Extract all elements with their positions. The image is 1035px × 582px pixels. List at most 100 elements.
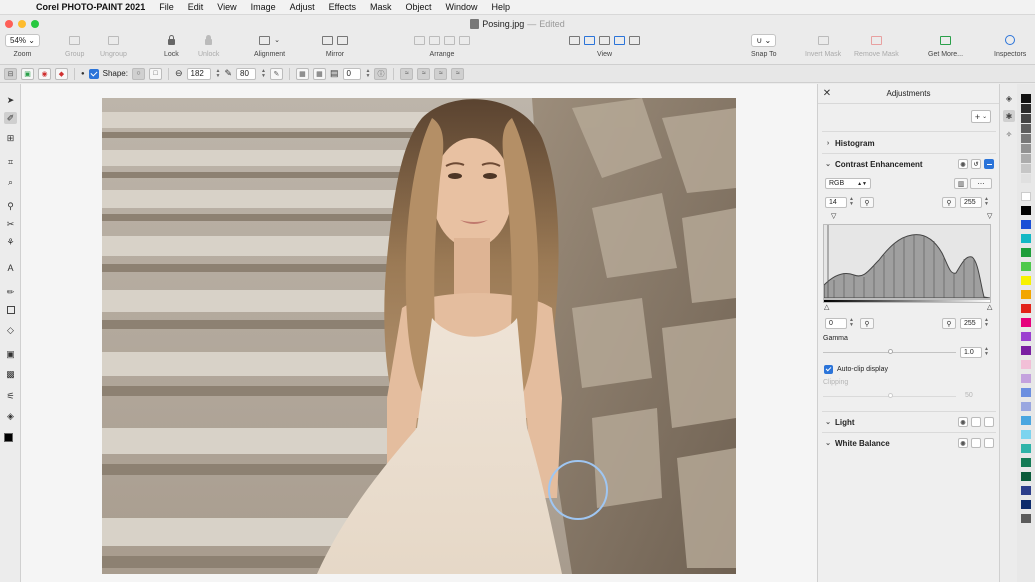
gray-eyedropper-icon[interactable]: ⚲ [860, 318, 874, 329]
group-button[interactable]: Group [65, 32, 84, 58]
menu-mask[interactable]: Mask [370, 2, 392, 12]
histogram-graph[interactable] [823, 224, 991, 299]
palette-color-swatch[interactable] [1021, 514, 1031, 523]
palette-color-swatch[interactable] [1021, 332, 1031, 341]
view-crop-icon[interactable] [629, 35, 640, 45]
palette-color-swatch[interactable] [1021, 374, 1031, 383]
palette-color-swatch[interactable] [1021, 472, 1031, 481]
brush-mode-4-button[interactable]: ◆ [55, 67, 68, 80]
canvas-area[interactable] [21, 84, 817, 582]
palette-color-swatch[interactable] [1021, 360, 1031, 369]
effects-icon[interactable]: ✧ [1003, 128, 1015, 140]
brush-mode-2-button[interactable]: ▣ [21, 67, 34, 80]
zoom-select[interactable]: 54% ⌄ [5, 33, 40, 47]
palette-gray-swatch[interactable] [1021, 144, 1031, 153]
palette-color-swatch[interactable] [1021, 458, 1031, 467]
alignment-button[interactable]: ⌄ Alignment [254, 32, 285, 58]
palette-gray-swatch[interactable] [1021, 164, 1031, 173]
view-guides-icon[interactable] [614, 35, 625, 45]
crop-tool-icon[interactable]: ⌗ [4, 156, 17, 168]
gamma-slider-thumb[interactable] [888, 349, 893, 354]
stroke-3-button[interactable]: ≈ [434, 67, 448, 80]
palette-color-swatch[interactable] [1021, 486, 1031, 495]
palette-color-swatch[interactable] [1021, 500, 1031, 509]
inspectors-button[interactable]: Inspectors [994, 32, 1026, 58]
palette-color-swatch[interactable] [1021, 276, 1031, 285]
palette-gray-swatch[interactable] [1021, 104, 1031, 113]
channel-select[interactable]: RGB ▲▼ [825, 178, 871, 189]
mirror-vertical-icon[interactable] [337, 35, 348, 45]
input-low-marker-icon[interactable]: ▽ [831, 212, 836, 220]
stroke-4-button[interactable]: ≈ [451, 67, 465, 80]
light-visibility-icon[interactable]: ◉ [958, 417, 968, 427]
text-tool-icon[interactable]: A [4, 262, 17, 274]
brush-selection-tool-icon[interactable]: ✐ [4, 112, 17, 124]
light-section[interactable]: ⌄ Light ◉ [818, 413, 1000, 431]
input-high-field[interactable]: 255 [960, 197, 982, 208]
shape-circle-button[interactable]: ○ [131, 67, 145, 80]
output-low-marker-icon[interactable]: △ [824, 303, 829, 311]
ungroup-button[interactable]: Ungroup [100, 32, 127, 58]
rotation-stepper[interactable]: ▲ ▼ [366, 68, 371, 79]
get-more-button[interactable]: Get More... [928, 32, 963, 58]
view-grid-icon[interactable] [584, 35, 595, 45]
palette-color-swatch[interactable] [1021, 220, 1031, 229]
reset-icon[interactable]: ↺ [971, 159, 981, 169]
palette-color-swatch[interactable] [1021, 444, 1031, 453]
menu-help[interactable]: Help [492, 2, 511, 12]
view-control[interactable]: View [569, 32, 640, 58]
stroke-1-button[interactable]: ≈ [400, 67, 414, 80]
palette-color-swatch[interactable] [1021, 416, 1031, 425]
option-b-button[interactable]: ▦ [312, 67, 326, 80]
input-low-field[interactable]: 14 [825, 197, 847, 208]
palette-gray-swatch[interactable] [1021, 114, 1031, 123]
menu-file[interactable]: File [159, 2, 174, 12]
palette-color-swatch[interactable] [1021, 192, 1031, 201]
add-adjustment-button[interactable]: + ⌄ [971, 110, 991, 123]
adjustments-icon[interactable]: ✱ [1003, 110, 1015, 122]
palette-color-swatch[interactable] [1021, 402, 1031, 411]
rectangle-tool-icon[interactable] [4, 304, 17, 316]
wb-remove-icon[interactable] [984, 438, 994, 448]
output-white-eyedropper-icon[interactable]: ⚲ [942, 318, 956, 329]
palette-color-swatch[interactable] [1021, 318, 1031, 327]
palette-gray-swatch[interactable] [1021, 154, 1031, 163]
snap-to-select[interactable]: ∪ ⌄ [751, 33, 777, 47]
palette-gray-swatch[interactable] [1021, 174, 1031, 183]
clone-tool-icon[interactable]: ⚘ [4, 236, 17, 248]
menu-edit[interactable]: Edit [188, 2, 204, 12]
palette-color-swatch[interactable] [1021, 234, 1031, 243]
palette-color-swatch[interactable] [1021, 430, 1031, 439]
transparency-tool-icon[interactable]: ▩ [4, 368, 17, 380]
shape-checkbox[interactable] [88, 68, 99, 79]
shape-square-button[interactable]: □ [148, 67, 162, 80]
eyedropper-tool-icon[interactable]: ⚲ [4, 200, 17, 212]
black-eyedropper-icon[interactable]: ⚲ [860, 197, 874, 208]
zoom-control[interactable]: 54% ⌄ Zoom [5, 32, 40, 58]
nib-size-field[interactable]: 182 [186, 67, 211, 80]
view-panels-icon[interactable] [569, 35, 580, 45]
palette-gray-swatch[interactable] [1021, 134, 1031, 143]
autoclip-checkbox[interactable] [824, 365, 833, 374]
gamma-field[interactable]: 1.0 [960, 347, 982, 358]
info-button[interactable]: ⓘ [374, 67, 388, 80]
arrange-control[interactable]: Arrange [414, 32, 470, 58]
palette-color-swatch[interactable] [1021, 262, 1031, 271]
forward-one-icon[interactable] [429, 35, 440, 45]
to-back-icon[interactable] [459, 35, 470, 45]
palette-color-swatch[interactable] [1021, 248, 1031, 257]
histogram-view-icon[interactable]: ▥ [954, 178, 968, 189]
output-high-stepper[interactable]: ▲ ▼ [984, 318, 989, 328]
zoom-tool-icon[interactable]: ⌕ [4, 176, 17, 188]
rotation-field[interactable]: 0 [342, 67, 361, 80]
histogram-section[interactable]: › Histogram [818, 134, 1000, 152]
close-panel-icon[interactable]: ✕ [818, 88, 836, 99]
shadow-tool-icon[interactable]: ▣ [4, 348, 17, 360]
transform-tool-icon[interactable]: ⊞ [4, 132, 17, 144]
back-one-icon[interactable] [444, 35, 455, 45]
palette-color-swatch[interactable] [1021, 206, 1031, 215]
option-a-button[interactable]: ▦ [295, 67, 309, 80]
input-low-stepper[interactable]: ▲ ▼ [849, 197, 854, 207]
menu-effects[interactable]: Effects [329, 2, 356, 12]
mirror-control[interactable]: Mirror [322, 32, 348, 58]
